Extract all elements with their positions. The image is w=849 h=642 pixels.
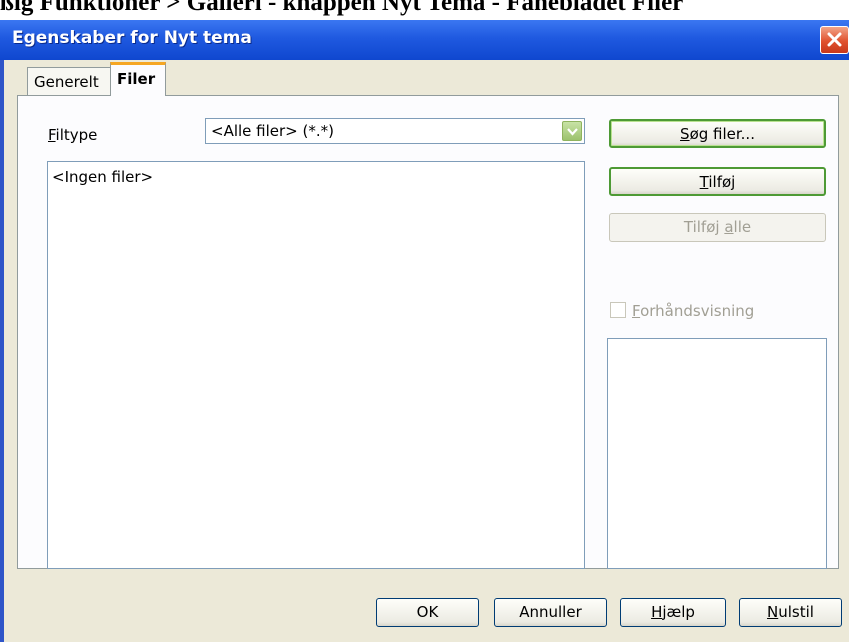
preview-label: Forhåndsvisning	[632, 302, 755, 320]
reset-button[interactable]: Nulstil	[739, 598, 842, 627]
cancel-button[interactable]: Annuller	[494, 598, 607, 627]
file-list-empty-text: <Ingen filer>	[52, 168, 154, 186]
chevron-down-icon	[567, 128, 578, 136]
filetype-dropdown[interactable]: <Alle filer> (*.*)	[205, 118, 585, 144]
tab-generelt-label: Generelt	[34, 73, 99, 91]
close-icon	[827, 32, 842, 47]
search-files-button[interactable]: Søg filer...	[609, 119, 826, 148]
filetype-value: <Alle filer> (*.*)	[211, 122, 334, 140]
close-button[interactable]	[820, 26, 849, 54]
filetype-label: Filtype	[48, 126, 98, 144]
help-button[interactable]: Hjælp	[620, 598, 726, 627]
dropdown-button[interactable]	[562, 121, 582, 141]
add-all-button[interactable]: Tilføj alle	[609, 213, 826, 242]
document-heading: ßig Funktioner > Galleri - knappen Nyt T…	[0, 0, 684, 16]
ok-button[interactable]: OK	[376, 598, 479, 627]
title-bar[interactable]: Egenskaber for Nyt tema	[0, 20, 849, 60]
tab-filer-label: Filer	[117, 70, 156, 88]
preview-checkbox[interactable]	[610, 302, 626, 318]
preview-pane	[607, 338, 827, 569]
file-list[interactable]: <Ingen filer>	[47, 161, 585, 569]
add-button[interactable]: Tilføj	[609, 167, 826, 196]
tab-filer[interactable]: Filer	[110, 62, 166, 96]
window-title: Egenskaber for Nyt tema	[12, 28, 252, 48]
tab-generelt[interactable]: Generelt	[27, 67, 111, 95]
